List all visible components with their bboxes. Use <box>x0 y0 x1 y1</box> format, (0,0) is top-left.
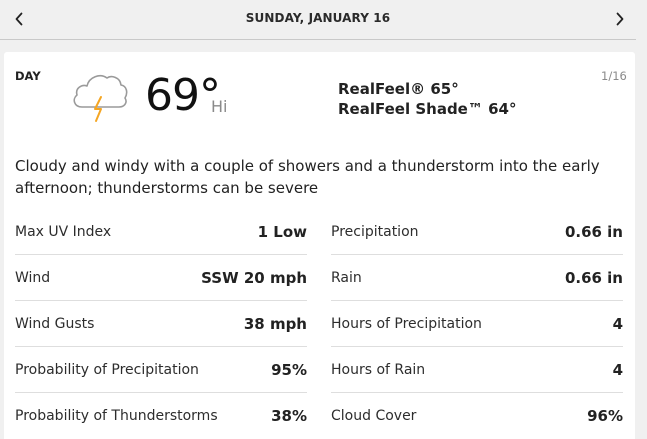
detail-row-wind-gusts: Wind Gusts 38 mph <box>15 301 307 347</box>
temperature-high-label: Hi <box>211 97 228 116</box>
detail-row-rain: Rain 0.66 in <box>331 255 623 301</box>
realfeel-value: RealFeel® 65° <box>338 80 459 98</box>
detail-row-cloud-cover: Cloud Cover 96% <box>331 393 623 439</box>
detail-value: 96% <box>587 407 623 425</box>
detail-value: SSW 20 mph <box>201 268 307 287</box>
detail-value: 38% <box>271 407 307 425</box>
detail-row-hours-of-precipitation: Hours of Precipitation 4 <box>331 301 623 347</box>
detail-row-hours-of-rain: Hours of Rain 4 <box>331 347 623 393</box>
detail-label: Hours of Precipitation <box>331 315 482 332</box>
detail-label: Probability of Thunderstorms <box>15 408 218 424</box>
detail-label: Max UV Index <box>15 223 112 240</box>
date-navigation-bar: SUNDAY, JANUARY 16 <box>0 0 636 40</box>
detail-label: Probability of Precipitation <box>15 361 199 378</box>
period-label: DAY <box>15 69 41 83</box>
next-day-button[interactable] <box>609 8 631 30</box>
detail-label: Wind <box>15 269 51 286</box>
detail-label: Hours of Rain <box>331 361 426 378</box>
short-date: 1/16 <box>601 69 627 83</box>
detail-row-probability-of-precipitation: Probability of Precipitation 95% <box>15 347 307 393</box>
realfeel-shade-value: RealFeel Shade™ 64° <box>338 100 517 118</box>
detail-row-wind: Wind SSW 20 mph <box>15 255 307 301</box>
detail-value: 1 Low <box>257 222 307 241</box>
detail-label: Cloud Cover <box>331 408 417 424</box>
forecast-phrase: Cloudy and windy with a couple of shower… <box>15 157 600 197</box>
detail-value: 38 mph <box>243 314 307 333</box>
detail-value: 4 <box>612 360 623 379</box>
detail-label: Wind Gusts <box>15 315 95 332</box>
detail-value: 4 <box>612 314 623 333</box>
day-forecast-card: DAY 69° Hi RealFeel® 65° RealFeel Shade™… <box>4 52 635 439</box>
detail-value: 0.66 in <box>564 222 623 241</box>
detail-value: 0.66 in <box>564 268 623 287</box>
forecast-date: SUNDAY, JANUARY 16 <box>245 11 391 25</box>
chevron-right-icon <box>616 12 624 26</box>
detail-row-probability-of-thunderstorms: Probability of Thunderstorms 38% <box>15 393 307 439</box>
temperature-value: 69° <box>145 70 221 121</box>
detail-label: Precipitation <box>331 223 419 240</box>
detail-value: 95% <box>271 360 307 379</box>
detail-label: Rain <box>331 269 362 286</box>
detail-row-max-uv-index: Max UV Index 1 Low <box>15 209 307 255</box>
detail-row-precipitation: Precipitation 0.66 in <box>331 209 623 255</box>
cloud-thunderstorm-icon <box>73 75 128 122</box>
